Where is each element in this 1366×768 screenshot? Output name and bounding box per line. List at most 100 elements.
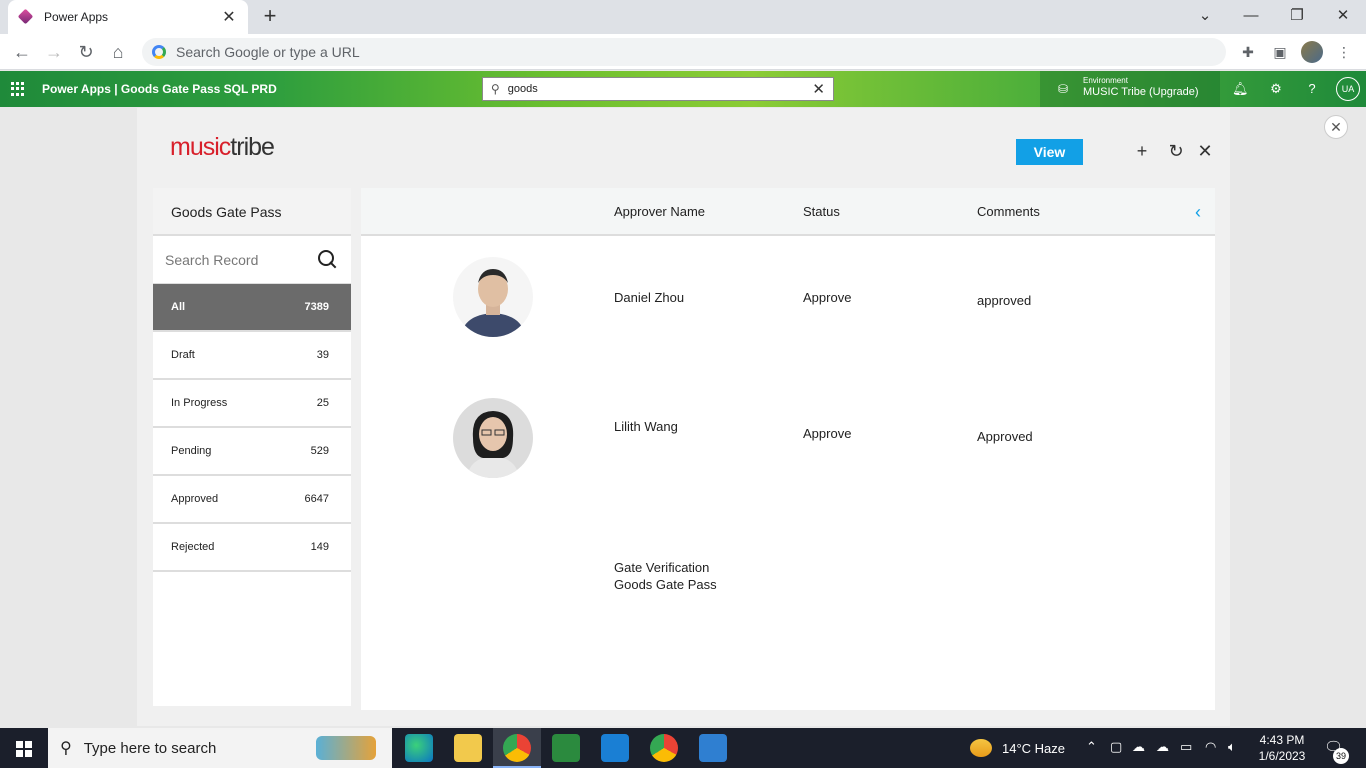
filter-rejected[interactable]: Rejected 149 (153, 524, 351, 572)
approval-status: Approve (803, 426, 852, 441)
column-header-comments: Comments (977, 204, 1040, 219)
new-tab-button[interactable]: + (258, 4, 282, 28)
browser-menu-icon[interactable]: ⋮ (1334, 42, 1354, 62)
back-button[interactable]: ← (10, 40, 34, 64)
clock-time: 4:43 PM (1259, 733, 1305, 747)
battery-icon[interactable]: ▭ (1180, 739, 1192, 755)
edge-icon[interactable] (405, 734, 433, 762)
view-button[interactable]: View (1016, 139, 1083, 165)
column-header-approver: Approver Name (614, 204, 706, 219)
notifications-icon[interactable]: 🔔︎ (1232, 81, 1249, 97)
notification-badge: 39 (1333, 748, 1349, 764)
photos-icon[interactable] (699, 734, 727, 762)
add-icon[interactable]: + (1131, 140, 1153, 162)
search-icon: ⚲ (60, 740, 72, 757)
filter-count: 25 (316, 397, 329, 409)
browser-toolbar: ← → ↻ ⌂ Search Google or type a URL ✚ ▣ … (0, 34, 1366, 70)
address-placeholder: Search Google or type a URL (176, 44, 360, 60)
search-record-input[interactable]: Search Record (165, 252, 317, 268)
environment-picker[interactable]: ⛁ Environment MUSIC Tribe (Upgrade) (1040, 71, 1220, 107)
filter-count: 529 (310, 445, 329, 457)
table-header: Approver Name Status Comments ‹ (361, 188, 1215, 236)
user-avatar[interactable]: UA (1336, 77, 1360, 101)
clock-date: 1/6/2023 (1258, 749, 1306, 763)
filter-label: Pending (171, 445, 212, 457)
approval-comment: Approved (977, 429, 1033, 444)
filter-approved[interactable]: Approved 6647 (153, 476, 351, 524)
search-icon[interactable] (317, 249, 339, 271)
minimize-button[interactable]: — (1236, 4, 1266, 28)
onedrive-icon[interactable]: ☁ (1132, 739, 1145, 755)
filter-count: 39 (316, 349, 329, 361)
vscode-icon[interactable] (601, 734, 629, 762)
weather-widget[interactable]: 14°C Haze (970, 739, 1065, 757)
filter-label: Rejected (171, 541, 215, 553)
volume-icon[interactable]: 🔈︎ (1228, 739, 1236, 755)
powerapps-title: Power Apps | Goods Gate Pass SQL PRD (42, 82, 277, 96)
search-highlight-icon (316, 736, 376, 760)
tab-search-chevron-icon[interactable]: ⌄ (1190, 4, 1220, 28)
close-icon[interactable]: ✕ (1194, 140, 1216, 162)
refresh-icon[interactable]: ↻ (1165, 140, 1187, 162)
restore-button[interactable]: ❐ (1282, 4, 1312, 28)
approval-status: Approve (803, 290, 852, 305)
meet-now-icon[interactable]: ▢ (1110, 739, 1122, 755)
filter-pending[interactable]: Pending 529 (153, 428, 351, 476)
approver-photo (453, 257, 533, 337)
environment-icon: ⛁ (1058, 82, 1069, 96)
musictribe-logo: musictribe (170, 133, 275, 161)
chevron-up-icon[interactable]: ⌃ (1086, 739, 1097, 755)
google-icon (152, 45, 166, 59)
search-icon: ⚲ (491, 82, 500, 96)
environment-label: Environment (1083, 76, 1128, 85)
extensions-icon[interactable]: ✚ (1238, 42, 1258, 62)
browser-tab[interactable]: Power Apps ✕ (8, 0, 248, 34)
app-launcher-icon[interactable] (11, 82, 25, 96)
wifi-icon[interactable]: ◠ (1205, 739, 1216, 755)
chrome-profile-icon[interactable] (650, 734, 678, 762)
forward-button[interactable]: → (42, 40, 66, 64)
filter-count: 6647 (304, 493, 329, 505)
close-app-button[interactable]: ✕ (1324, 115, 1348, 139)
reload-button[interactable]: ↻ (74, 40, 98, 64)
filter-count: 7389 (304, 301, 329, 313)
windows-taskbar: ⚲ Type here to search 14°C Haze ⌃ ▢ ☁ ☁ … (0, 728, 1366, 768)
filter-in-progress[interactable]: In Progress 25 (153, 380, 351, 428)
weather-text: 14°C Haze (1002, 740, 1066, 756)
onedrive-personal-icon[interactable]: ☁ (1156, 739, 1169, 755)
approval-history-panel: Approver Name Status Comments ‹ Daniel Z… (361, 188, 1215, 710)
environment-name: MUSIC Tribe (Upgrade) (1083, 86, 1199, 98)
home-button[interactable]: ⌂ (106, 40, 130, 64)
excel-chart-icon[interactable] (552, 734, 580, 762)
settings-gear-icon[interactable]: ⚙ (1268, 81, 1284, 97)
clear-search-icon[interactable]: ✕ (812, 80, 825, 98)
close-tab-icon[interactable]: ✕ (220, 7, 238, 27)
side-panel-icon[interactable]: ▣ (1270, 42, 1290, 62)
taskbar-search[interactable]: ⚲ Type here to search (48, 728, 392, 768)
profile-avatar[interactable] (1301, 41, 1323, 63)
record-search[interactable]: Search Record (153, 236, 351, 284)
powerapps-header: Power Apps | Goods Gate Pass SQL PRD ⚲ g… (0, 71, 1366, 107)
window-close-button[interactable]: ✕ (1328, 4, 1358, 28)
haze-icon (970, 739, 992, 757)
column-header-status: Status (803, 204, 840, 219)
filter-label: All (171, 301, 186, 313)
approver-name: Daniel Zhou (614, 290, 685, 305)
help-icon[interactable]: ? (1304, 81, 1320, 97)
windows-start-icon[interactable] (16, 741, 32, 757)
chevron-left-icon[interactable]: ‹ (1195, 202, 1201, 223)
filter-label: Draft (171, 349, 195, 361)
system-clock[interactable]: 4:43 PM 1/6/2023 (1256, 732, 1308, 764)
filter-all[interactable]: All 7389 (153, 284, 351, 332)
approver-photo (453, 398, 533, 478)
filter-count: 149 (310, 541, 329, 553)
approver-name: Gate Verification Goods Gate Pass (614, 560, 717, 592)
filter-draft[interactable]: Draft 39 (153, 332, 351, 380)
powerapps-search-input[interactable]: goods (508, 83, 813, 95)
address-bar[interactable]: Search Google or type a URL (142, 38, 1226, 66)
approval-comment: approved (977, 293, 1032, 308)
powerapps-search-box[interactable]: ⚲ goods ✕ (482, 77, 834, 101)
file-explorer-icon[interactable] (454, 734, 482, 762)
filter-label: Approved (171, 493, 219, 505)
chrome-icon[interactable] (503, 734, 531, 762)
